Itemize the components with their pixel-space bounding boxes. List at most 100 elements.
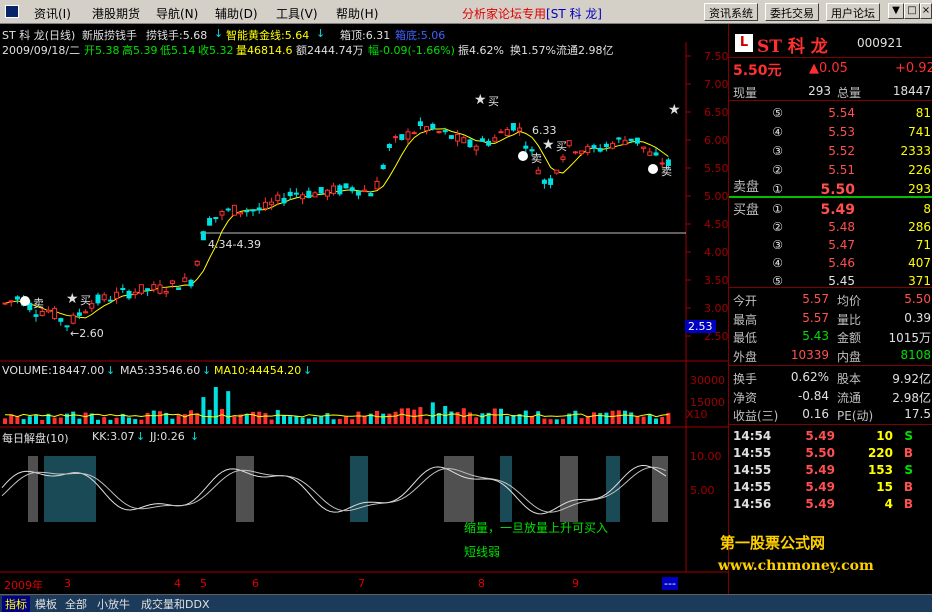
ask-volume: 226: [908, 163, 931, 177]
minimize-button[interactable]: ▼: [888, 3, 904, 19]
menu-help[interactable]: 帮助(H): [336, 5, 378, 22]
volume-bar: [350, 419, 355, 424]
stat-label: 金额: [837, 331, 862, 345]
oscillator-zone: [444, 456, 474, 522]
candle-body: [355, 190, 361, 196]
oscillator-zone: [500, 456, 512, 522]
menu-tools[interactable]: 工具(V): [276, 5, 318, 22]
tab-volume-ddx[interactable]: 成交量和DDX: [138, 596, 212, 612]
zongliang-label: 总量: [837, 86, 862, 100]
book-divider: [729, 196, 932, 198]
bid-volume: 371: [908, 274, 931, 288]
candle-body: [114, 291, 120, 299]
stat-label: 均价: [837, 294, 862, 308]
volume-bar: [40, 419, 45, 424]
tick-time: 14:55: [733, 446, 772, 460]
volume-bar: [3, 418, 7, 424]
stock-title: ST 科 龙(日线): [2, 29, 76, 42]
menu-navigate[interactable]: 导航(N): [156, 5, 198, 22]
box-bottom-value: 箱底:5.06: [395, 29, 446, 42]
candle-body: [250, 209, 256, 212]
volume-bar: [269, 419, 274, 424]
candle-body: [281, 197, 287, 204]
volume-bar: [362, 415, 367, 424]
tick-side: B: [903, 480, 913, 494]
sell-book-label: 卖盘: [733, 180, 760, 195]
candle-body: [188, 279, 194, 287]
close-button[interactable]: ×: [920, 3, 932, 19]
tick-volume: 153: [867, 463, 893, 477]
volume-bar: [468, 412, 472, 424]
tab-indicator[interactable]: 指标: [2, 596, 30, 612]
ask-row[interactable]: ② 5.51 226: [729, 161, 932, 179]
volume-bar: [325, 413, 330, 424]
forum-button[interactable]: 用户论坛: [826, 3, 880, 21]
bid-row[interactable]: ① 5.49 8: [729, 200, 932, 218]
maximize-button[interactable]: □: [904, 3, 920, 19]
candle-body: [616, 137, 622, 140]
candle-body: [628, 138, 634, 142]
forum-code: [ST 科 龙]: [546, 7, 602, 21]
candle-body: [560, 156, 566, 160]
candle-body: [163, 290, 169, 294]
candle-body: [504, 129, 510, 137]
candle-body: [331, 185, 337, 194]
buy-signal-label: 买: [80, 294, 91, 307]
volume-bar: [393, 411, 398, 424]
menu-info[interactable]: 资讯(I): [34, 5, 71, 22]
volume-bar: [170, 418, 175, 424]
volume-bar: [654, 418, 658, 424]
candle-body: [337, 185, 343, 195]
ask-level: ③: [772, 144, 783, 158]
chart-area[interactable]: 7.50 7.00 6.50 6.00 5.50 5.00 4.50 4.00 3.50 3.00…: [0, 24, 728, 594]
menu-hk-futures[interactable]: 港股期货: [92, 5, 140, 22]
volume-bar: [15, 416, 20, 424]
volume-ma10: MA10:44454.20: [214, 364, 302, 377]
price-axis-label: 7.50: [704, 50, 728, 63]
ask-row[interactable]: ④ 5.53 741: [729, 123, 932, 141]
tick-volume: 10: [876, 429, 893, 443]
candle-body: [417, 121, 423, 127]
arrow-down-icon: ↓: [136, 430, 146, 443]
xianliang-label: 现量: [733, 86, 758, 100]
candle-body: [269, 201, 275, 206]
bid-row[interactable]: ③ 5.47 71: [729, 236, 932, 254]
oscillator-zone: [236, 456, 254, 522]
fund-value: 0.16: [802, 407, 829, 421]
candle-body: [554, 169, 560, 174]
volume-bar: [77, 418, 82, 424]
fund-label: 净资: [733, 390, 758, 405]
fund-value: 0.62%: [790, 370, 829, 384]
volume-bar: [102, 417, 107, 424]
candle-body: [8, 300, 14, 303]
bid-row[interactable]: ② 5.48 286: [729, 218, 932, 236]
vol-axis-unit: X10: [686, 408, 708, 421]
tab-template[interactable]: 模板: [32, 596, 60, 612]
volume-bar: [629, 412, 634, 424]
ask-row[interactable]: ③ 5.52 2333: [729, 142, 932, 160]
trade-button[interactable]: 委托交易: [765, 3, 819, 21]
candle-body: [76, 312, 82, 316]
price-axis-label: 3.50: [704, 274, 728, 287]
scroll-more-button[interactable]: ---: [662, 577, 678, 590]
ask-row[interactable]: ⑤ 5.54 81: [729, 104, 932, 122]
candle-body: [523, 145, 529, 149]
oscillator-zone: [28, 456, 38, 522]
star-icon: ★: [474, 92, 487, 108]
fundamental-row: 换手 0.62% 股本 9.92亿: [729, 368, 932, 386]
tick-volume: 4: [884, 497, 893, 511]
candle-body: [151, 284, 157, 291]
menu-assist[interactable]: 辅助(D): [215, 5, 258, 22]
bid-row[interactable]: ④ 5.46 407: [729, 254, 932, 272]
box-range-label: 4.34-4.39: [208, 238, 261, 251]
candle-body: [597, 148, 603, 152]
arrow-down-icon: ↓: [190, 430, 200, 443]
tab-all[interactable]: 全部: [62, 596, 90, 612]
tab-xiaofangniu[interactable]: 小放牛: [94, 596, 133, 612]
menubar: 资讯(I) 港股期货 导航(N) 辅助(D) 工具(V) 帮助(H) 分析家论坛…: [0, 0, 932, 24]
volume-bar: [344, 416, 348, 424]
volume-bar: [561, 418, 565, 424]
tick-side: S: [904, 463, 913, 477]
candle-body: [312, 192, 318, 198]
info-system-button[interactable]: 资讯系统: [704, 3, 758, 21]
